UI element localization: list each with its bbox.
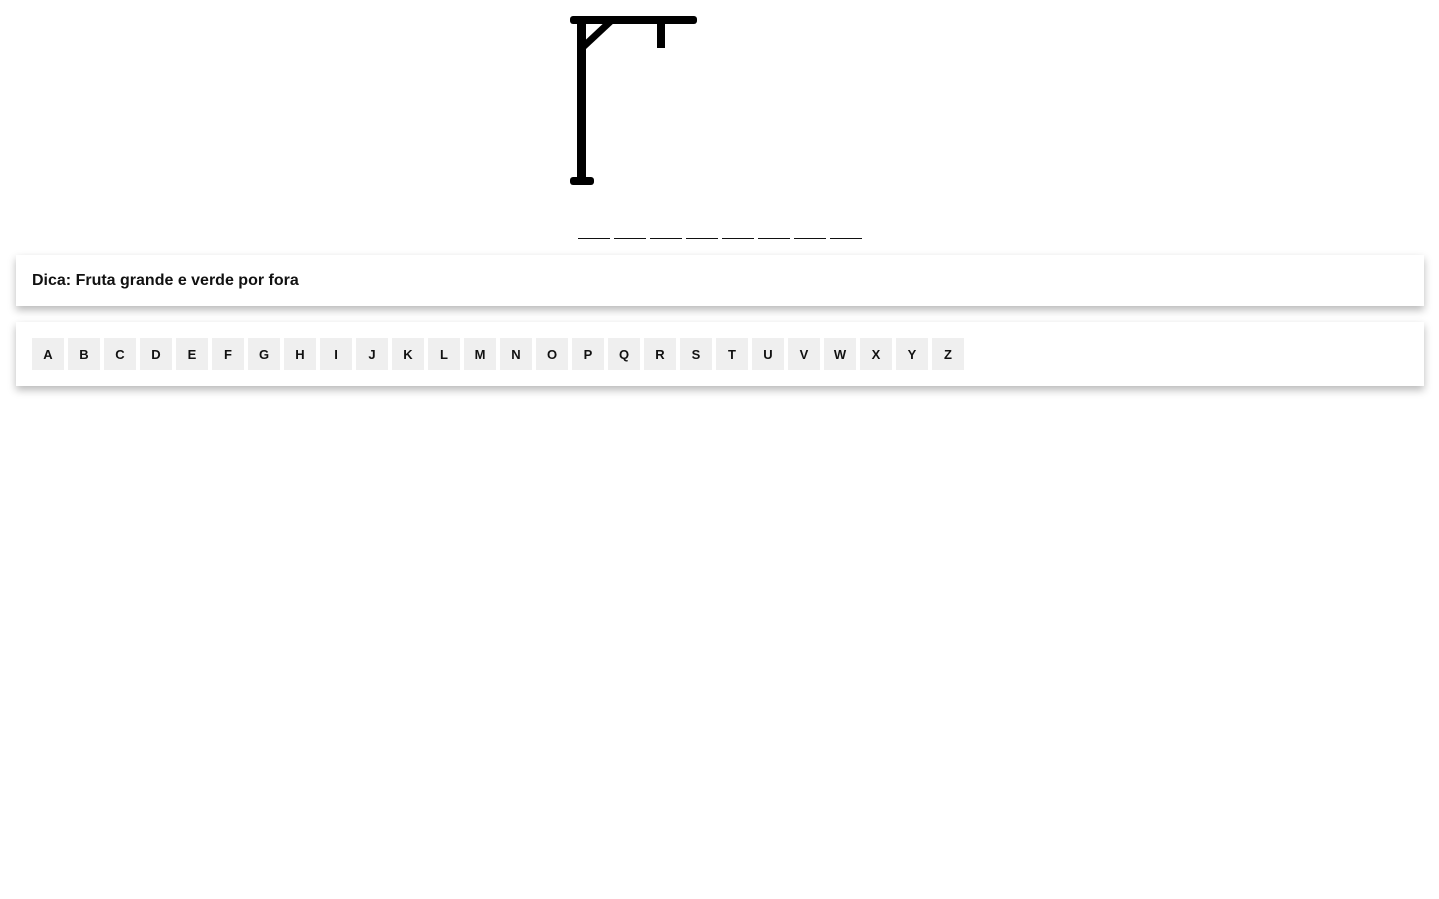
letter-button-b[interactable]: B xyxy=(68,338,100,370)
hint-text: Dica: Fruta grande e verde por fora xyxy=(32,272,299,290)
letter-button-k[interactable]: K xyxy=(392,338,424,370)
letter-slot xyxy=(830,224,862,239)
letter-button-n[interactable]: N xyxy=(500,338,532,370)
letter-button-m[interactable]: M xyxy=(464,338,496,370)
letter-button-a[interactable]: A xyxy=(32,338,64,370)
gallows-top-beam xyxy=(570,16,697,24)
letter-button-c[interactable]: C xyxy=(104,338,136,370)
hint-value: Fruta grande e verde por fora xyxy=(75,271,299,289)
letter-keyboard: ABCDEFGHIJKLMNOPQRSTUVWXYZ xyxy=(16,322,1424,386)
letter-slot xyxy=(686,224,718,239)
letter-button-y[interactable]: Y xyxy=(896,338,928,370)
letter-button-r[interactable]: R xyxy=(644,338,676,370)
letter-slot xyxy=(794,224,826,239)
letter-button-p[interactable]: P xyxy=(572,338,604,370)
letter-button-x[interactable]: X xyxy=(860,338,892,370)
letter-slot xyxy=(578,224,610,239)
letter-button-w[interactable]: W xyxy=(824,338,856,370)
letter-button-l[interactable]: L xyxy=(428,338,460,370)
gallows-svg xyxy=(570,16,697,185)
letter-button-q[interactable]: Q xyxy=(608,338,640,370)
letter-button-d[interactable]: D xyxy=(140,338,172,370)
letter-slot xyxy=(614,224,646,239)
gallows-rope xyxy=(657,20,665,48)
letter-button-v[interactable]: V xyxy=(788,338,820,370)
letter-button-t[interactable]: T xyxy=(716,338,748,370)
letter-button-h[interactable]: H xyxy=(284,338,316,370)
letter-button-i[interactable]: I xyxy=(320,338,352,370)
letter-button-s[interactable]: S xyxy=(680,338,712,370)
letter-button-j[interactable]: J xyxy=(356,338,388,370)
gallows-base xyxy=(570,177,594,185)
gallows-drawing xyxy=(560,8,710,198)
letter-button-f[interactable]: F xyxy=(212,338,244,370)
letter-slot xyxy=(722,224,754,239)
word-display xyxy=(578,224,862,239)
letter-slot xyxy=(758,224,790,239)
gallows-brace xyxy=(579,17,615,51)
letter-button-e[interactable]: E xyxy=(176,338,208,370)
hint-card: Dica: Fruta grande e verde por fora xyxy=(16,255,1424,306)
letter-slot xyxy=(650,224,682,239)
hint-label: Dica: xyxy=(32,271,72,289)
letter-button-g[interactable]: G xyxy=(248,338,280,370)
letter-button-u[interactable]: U xyxy=(752,338,784,370)
letter-button-o[interactable]: O xyxy=(536,338,568,370)
letter-button-z[interactable]: Z xyxy=(932,338,964,370)
